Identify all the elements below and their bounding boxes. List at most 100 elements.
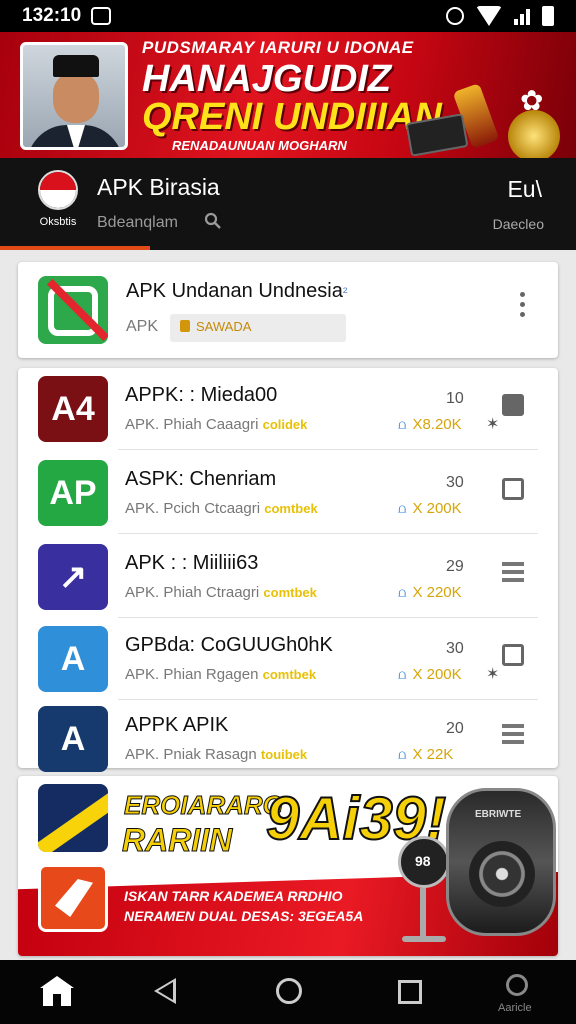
- featured-app-card[interactable]: APK Undanan Undnesia² APK SAWADA: [18, 262, 558, 358]
- banner-headline: HANAJGUDIZ: [142, 58, 392, 100]
- share-icon[interactable]: [502, 394, 528, 420]
- app-count: 20: [446, 720, 464, 737]
- navigation-bar: Aaricle: [0, 960, 576, 1024]
- nav-search-label: Aaricle: [498, 1002, 532, 1014]
- app-list-item[interactable]: ↗ APK : : Miiliii63 APK. Phiah Ctraagri co…: [18, 536, 558, 618]
- download-icon: ⩍: [398, 585, 407, 600]
- promo-app-icon-2[interactable]: [38, 864, 108, 932]
- app-count: 29: [446, 558, 464, 575]
- app-title: ASPK: Chenriam: [125, 468, 277, 490]
- mic-base: [402, 936, 446, 942]
- speaker-graphic: EBRIWTE: [446, 788, 556, 936]
- promo-headline-2: RARIIN: [121, 822, 233, 859]
- app-subtitle: APK. Phian Rgagen comtbek: [125, 666, 317, 683]
- app-title: APK : : Miiliii63: [125, 552, 259, 574]
- app-icon[interactable]: A: [38, 626, 108, 692]
- app-icon[interactable]: A: [38, 706, 108, 772]
- app-list-item[interactable]: A APPK APIK APK. Pniak Rasagn touibek 20 ⩍ X …: [18, 698, 558, 780]
- search-icon[interactable]: [204, 212, 222, 230]
- app-logo[interactable]: Oksbtis: [30, 170, 86, 228]
- status-bar: 132:10: [0, 0, 576, 32]
- app-size: ⩍ X 200K: [398, 666, 462, 683]
- alarm-icon: [446, 7, 464, 25]
- app-subtitle: APK. Pniak Rasagn touibek: [125, 746, 308, 763]
- install-icon[interactable]: [502, 478, 528, 504]
- app-subtitle: APK. Pcich Ctcaagri comtbek: [125, 500, 318, 517]
- app-subtitle: APK. Phiah Caaagri colidek: [125, 416, 308, 433]
- app-header: Oksbtis APK Birasia Bdeanqlam Eu\ Daecle…: [0, 158, 576, 250]
- signal-icon: [514, 7, 530, 25]
- app-tag: comtbek: [264, 501, 318, 516]
- featured-app-title: APK Undanan Undnesia²: [126, 280, 348, 302]
- app-icon[interactable]: ↗: [38, 544, 108, 610]
- featured-app-icon: [38, 276, 108, 344]
- banner-headline-yellow: QRENI UNDIIIAN: [142, 96, 442, 138]
- download-icon: ⩍: [398, 747, 407, 762]
- app-list: A4 APPK: : Mieda00 APK. Phiah Caaagri coli…: [18, 368, 558, 772]
- home-circle-icon[interactable]: [276, 978, 302, 1004]
- page-title: APK Birasia: [97, 174, 220, 200]
- pin-icon[interactable]: ✶: [486, 414, 499, 434]
- app-list-item[interactable]: AP ASPK: Chenriam APK. Pcich Ctcaagri comt…: [18, 452, 558, 534]
- recent-apps-icon[interactable]: [398, 980, 422, 1004]
- back-icon[interactable]: [154, 978, 176, 1004]
- lock-icon: [180, 320, 190, 332]
- download-icon: ⩍: [398, 501, 407, 516]
- nav-search-icon[interactable]: [506, 974, 528, 996]
- app-tag: touibek: [260, 747, 308, 762]
- app-tag: comtbek: [263, 585, 317, 600]
- promo-banner[interactable]: PUDSMARAY IARURI U IDONAE HANAJGUDIZ QRE…: [0, 32, 576, 158]
- app-subtitle: APK. Phiah Ctraagri comtbek: [125, 584, 317, 601]
- featured-title-suffix: ²: [342, 284, 348, 300]
- app-count: 30: [446, 640, 464, 657]
- promo-line-1: ISKAN TARR KADEMEA RRDHIO: [124, 888, 343, 904]
- banner-portrait: [20, 42, 128, 150]
- header-menu-button[interactable]: Eu\: [507, 176, 542, 203]
- banner-bottom-line: RENADAUNUAN MOGHARN: [172, 138, 347, 153]
- app-icon[interactable]: AP: [38, 460, 108, 526]
- microphone-graphic: 98: [398, 836, 450, 888]
- app-tag: colidek: [262, 417, 308, 432]
- app-list-item[interactable]: A GPBda: CoGUUGh0hK APK. Phian Rgagen comt…: [18, 618, 558, 700]
- header-menu-label: Daecleo: [492, 216, 544, 232]
- flower-icon: ✿: [520, 85, 544, 116]
- status-time: 132:10: [22, 5, 82, 26]
- app-title: GPBda: CoGUUGh0hK: [125, 634, 333, 656]
- active-tab-indicator: [0, 246, 150, 250]
- app-title: APPK: : Mieda00: [125, 384, 278, 406]
- app-size: ⩍ X 200K: [398, 500, 462, 517]
- promo-app-icon[interactable]: EBRIWTE: [38, 784, 108, 852]
- app-size: ⩍ X 220K: [398, 584, 462, 601]
- download-icon: ⩍: [398, 417, 407, 432]
- notification-icon: [91, 7, 112, 25]
- wifi-icon: [476, 6, 502, 26]
- pin-icon[interactable]: ✶: [486, 664, 499, 684]
- featured-badge: SAWADA: [170, 314, 346, 342]
- home-icon[interactable]: [40, 976, 74, 1008]
- banner-top-line: PUDSMARAY IARURI U IDONAE: [142, 38, 414, 57]
- app-title: APPK APIK: [125, 714, 229, 736]
- app-size: ⩍ X 22K: [398, 746, 454, 763]
- logo-label: Oksbtis: [39, 216, 77, 228]
- coin-graphic: [508, 110, 560, 158]
- app-tag: comtbek: [262, 667, 317, 682]
- more-options-icon[interactable]: [520, 292, 526, 322]
- flag-logo-icon: [38, 170, 78, 210]
- download-icon: ⩍: [398, 667, 407, 682]
- mic-stand: [420, 888, 426, 940]
- app-icon[interactable]: A4: [38, 376, 108, 442]
- menu-icon[interactable]: [502, 724, 528, 750]
- menu-icon[interactable]: [502, 562, 528, 588]
- status-icons: [446, 6, 554, 26]
- app-count: 10: [446, 390, 464, 407]
- promo-headline-1: EROIARARG: [124, 790, 284, 821]
- install-icon[interactable]: [502, 644, 528, 670]
- search-label[interactable]: Bdeanqlam: [97, 214, 178, 232]
- promo-line-2: NERAMEN DUAL DESAS: 3EGEA5A: [124, 908, 364, 924]
- app-list-item[interactable]: A4 APPK: : Mieda00 APK. Phiah Caaagri coli…: [18, 368, 558, 450]
- battery-icon: [542, 6, 554, 26]
- promo-card[interactable]: EBRIWTE EROIARARG RARIIN 9Ai39! ISKAN TA…: [18, 776, 558, 956]
- app-count: 30: [446, 474, 464, 491]
- app-size: ⩍ X8.20K: [398, 416, 462, 433]
- featured-app-sub: APK: [126, 318, 159, 335]
